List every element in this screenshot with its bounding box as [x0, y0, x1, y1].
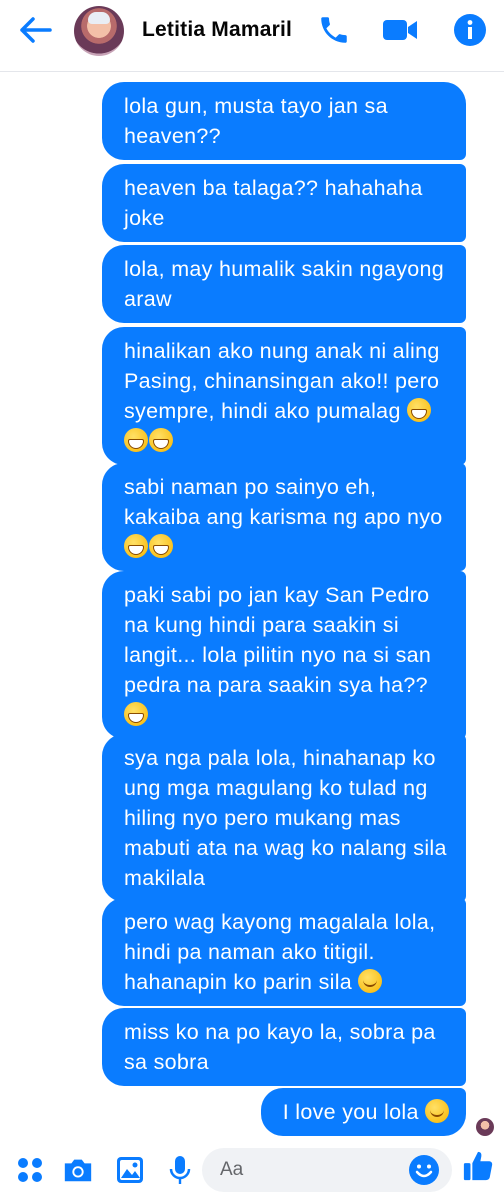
grinning-emoji-icon [124, 428, 148, 452]
phone-icon [321, 17, 347, 43]
message-input[interactable]: Aa [202, 1148, 452, 1192]
message-input-placeholder: Aa [220, 1159, 244, 1180]
message-composer: Aa [0, 1140, 504, 1200]
message-bubble[interactable]: heaven ba talaga?? hahahaha joke [102, 164, 466, 242]
more-actions-button[interactable] [14, 1154, 46, 1186]
grinning-emoji-icon [149, 428, 173, 452]
image-icon [117, 1157, 143, 1183]
message-bubble[interactable]: sabi naman po sainyo eh, kakaiba ang kar… [102, 463, 466, 571]
four-dots-icon [18, 1158, 42, 1182]
message-text: lola, may humalik sakin ngayong araw [124, 257, 445, 311]
message-bubble[interactable]: lola, may humalik sakin ngayong araw [102, 245, 466, 323]
message-text: paki sabi po jan kay San Pedro na kung h… [124, 583, 432, 697]
back-arrow-icon [20, 17, 52, 43]
gallery-button[interactable] [114, 1154, 146, 1186]
message-text: pero wag kayong magalala lola, hindi pa … [124, 910, 436, 994]
thumbs-up-icon [463, 1151, 493, 1181]
message-bubble[interactable]: sya nga pala lola, hinahanap ko ung mga … [102, 734, 466, 902]
message-text: I love you lola [282, 1100, 419, 1124]
avatar-hat [88, 12, 110, 24]
message-bubble[interactable]: paki sabi po jan kay San Pedro na kung h… [102, 571, 466, 739]
message-text: heaven ba talaga?? hahahaha joke [124, 176, 423, 230]
contact-name[interactable]: Letitia Mamaril [142, 18, 292, 42]
message-bubble[interactable]: pero wag kayong magalala lola, hindi pa … [102, 898, 466, 1006]
message-text: miss ko na po kayo la, sobra pa sa sobra [124, 1020, 436, 1074]
video-camera-icon [383, 20, 417, 40]
video-call-button[interactable] [380, 10, 420, 50]
grinning-emoji-icon [124, 702, 148, 726]
grinning-emoji-icon [124, 534, 148, 558]
message-bubble[interactable]: hinalikan ako nung anak ni aling Pasing,… [102, 327, 466, 465]
smiley-icon[interactable] [408, 1154, 440, 1186]
message-text: lola gun, musta tayo jan sa heaven?? [124, 94, 388, 148]
conversation-header: Letitia Mamaril [0, 0, 504, 72]
message-bubble[interactable]: I love you lola [260, 1088, 466, 1136]
voice-record-button[interactable] [164, 1154, 196, 1186]
message-text: hinalikan ako nung anak ni aling Pasing,… [124, 339, 440, 423]
camera-button[interactable] [62, 1154, 94, 1186]
camera-icon [64, 1159, 92, 1182]
message-text: sabi naman po sainyo eh, kakaiba ang kar… [124, 475, 443, 529]
voice-call-button[interactable] [314, 10, 354, 50]
message-text: sya nga pala lola, hinahanap ko ung mga … [124, 746, 447, 890]
grinning-emoji-icon [406, 398, 431, 422]
message-bubble[interactable]: miss ko na po kayo la, sobra pa sa sobra [102, 1008, 466, 1086]
info-icon [454, 14, 486, 46]
microphone-icon [169, 1156, 191, 1184]
message-bubble[interactable]: lola gun, musta tayo jan sa heaven?? [102, 82, 466, 160]
seen-avatar [476, 1118, 494, 1136]
back-button[interactable] [14, 12, 58, 48]
contact-avatar[interactable] [74, 6, 124, 56]
smiling-emoji-icon [358, 969, 383, 993]
info-button[interactable] [450, 10, 490, 50]
like-button[interactable] [462, 1150, 494, 1182]
grinning-emoji-icon [149, 534, 173, 558]
smiling-emoji-icon [425, 1099, 449, 1123]
